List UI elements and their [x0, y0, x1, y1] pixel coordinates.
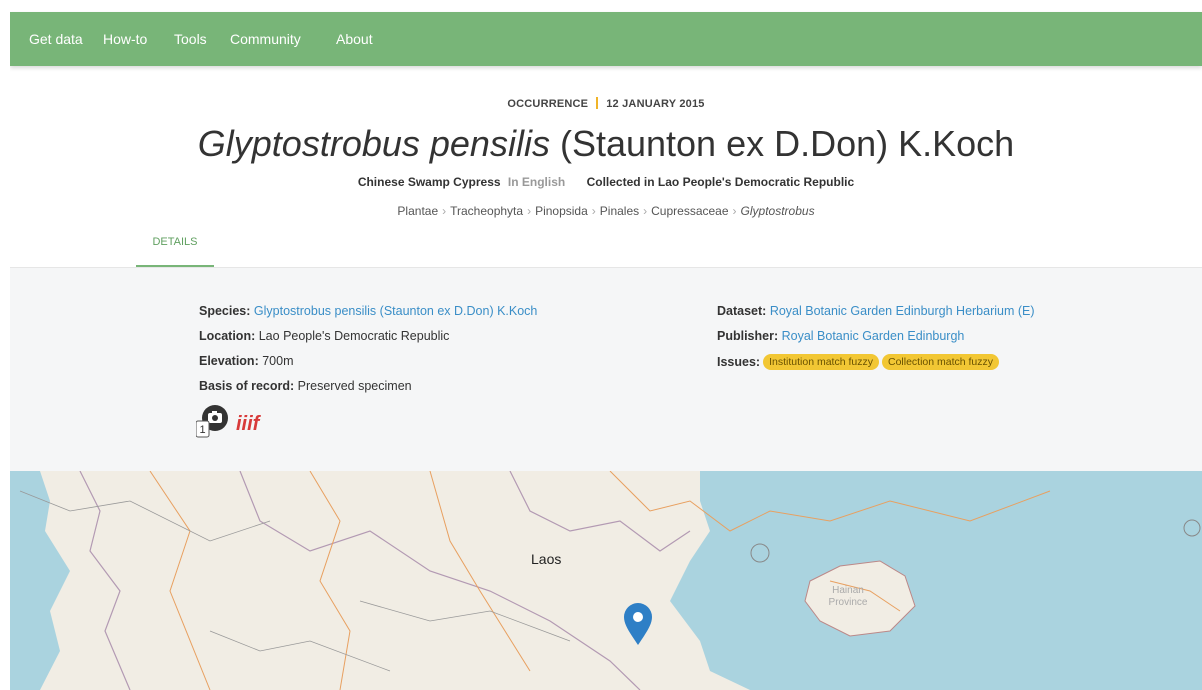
nav-community[interactable]: Community: [230, 31, 301, 47]
top-navigation: Get data How-to Tools Community About: [10, 12, 1202, 66]
image-count: 1: [199, 424, 205, 436]
iiif-logo[interactable]: iiif: [236, 413, 262, 435]
publisher-label: Publisher:: [717, 329, 779, 343]
location-row: Location: Lao People's Democratic Republ…: [199, 329, 449, 343]
map-pin-icon[interactable]: [624, 603, 652, 645]
subtitle: Chinese Swamp Cypress In English Collect…: [10, 175, 1202, 189]
record-date: 12 JANUARY 2015: [606, 98, 705, 110]
record-type: OCCURRENCE: [507, 98, 589, 110]
vernacular-language: In English: [507, 175, 566, 189]
map-province-label: Hainan Province: [828, 585, 868, 608]
nav-about[interactable]: About: [336, 31, 373, 47]
nav-tools[interactable]: Tools: [174, 31, 207, 47]
species-row: Species: Glyptostrobus pensilis (Staunto…: [199, 304, 537, 318]
basis-value: Preserved specimen: [297, 379, 412, 393]
chevron-right-icon: ›: [527, 204, 532, 218]
species-label: Species:: [199, 304, 251, 318]
chevron-right-icon: ›: [591, 204, 596, 218]
basis-label: Basis of record:: [199, 379, 295, 393]
map-road: [429, 471, 531, 672]
map-road: [309, 471, 351, 690]
publisher-row: Publisher: Royal Botanic Garden Edinburg…: [717, 329, 964, 343]
map-border: [239, 471, 641, 690]
nav-get-data[interactable]: Get data: [29, 31, 83, 47]
map-road: [149, 471, 211, 690]
dataset-row: Dataset: Royal Botanic Garden Edinburgh …: [717, 304, 1035, 318]
chevron-right-icon: ›: [732, 204, 737, 218]
dataset-link[interactable]: Royal Botanic Garden Edinburgh Herbarium…: [770, 304, 1035, 318]
map-border: [509, 471, 691, 552]
map-sea-east: [670, 471, 1202, 690]
map-canvas[interactable]: [10, 471, 1202, 690]
location-label: Location:: [199, 329, 256, 343]
location-value: Lao People's Democratic Republic: [258, 329, 450, 343]
kicker-separator: [596, 97, 599, 109]
page: Get data How-to Tools Community About OC…: [10, 0, 1202, 690]
taxon-genus[interactable]: Glyptostrobus: [741, 204, 815, 218]
issue-badge[interactable]: Collection match fuzzy: [881, 354, 1000, 370]
issue-badge[interactable]: Institution match fuzzy: [763, 354, 879, 370]
issues-label: Issues:: [717, 355, 761, 369]
authorship: (Staunton ex D.Don) K.Koch: [559, 123, 1015, 164]
map-track: [209, 630, 391, 672]
map-sea-west: [10, 471, 70, 690]
map-country-label: Laos: [531, 551, 562, 567]
map-border: [79, 471, 131, 690]
record-kicker: OCCURRENCE 12 JANUARY 2015: [10, 97, 1202, 110]
nav-how-to[interactable]: How-to: [103, 31, 147, 47]
chevron-right-icon: ›: [643, 204, 648, 218]
taxonomy-breadcrumb: Plantae › Tracheophyta › Pinopsida › Pinales › C…: [10, 204, 1202, 218]
taxon-family[interactable]: Cupressaceae: [651, 204, 728, 218]
tab-details[interactable]: DETAILS: [136, 230, 214, 267]
taxon-phylum[interactable]: Tracheophyta: [450, 204, 523, 218]
publisher-link[interactable]: Royal Botanic Garden Edinburgh: [782, 329, 965, 343]
chevron-right-icon: ›: [442, 204, 447, 218]
basis-row: Basis of record: Preserved specimen: [199, 379, 412, 393]
taxon-kingdom[interactable]: Plantae: [397, 204, 438, 218]
taxon-class[interactable]: Pinopsida: [535, 204, 588, 218]
map-track: [19, 490, 271, 542]
occurrence-map[interactable]: Laos Hainan Province: [10, 471, 1202, 690]
elevation-value: 700m: [262, 354, 294, 368]
image-count-badge: 1: [195, 420, 210, 438]
details-panel: Species: Glyptostrobus pensilis (Staunto…: [10, 268, 1202, 471]
page-title: Glyptostrobus pensilis (Staunton ex D.Do…: [10, 122, 1202, 166]
species-link[interactable]: Glyptostrobus pensilis (Staunton ex D.Do…: [254, 304, 537, 318]
collected-in: Collected in Lao People's Democratic Rep…: [586, 175, 855, 189]
scientific-name: Glyptostrobus pensilis: [197, 123, 550, 164]
elevation-row: Elevation: 700m: [199, 354, 294, 368]
vernacular-name: Chinese Swamp Cypress: [357, 175, 501, 189]
media-links: 1 iiif: [195, 404, 286, 444]
taxon-order[interactable]: Pinales: [600, 204, 639, 218]
issues-row: Issues: Institution match fuzzy Collection…: [717, 354, 1000, 370]
elevation-label: Elevation:: [199, 354, 259, 368]
dataset-label: Dataset:: [717, 304, 767, 318]
map-track: [359, 600, 571, 642]
